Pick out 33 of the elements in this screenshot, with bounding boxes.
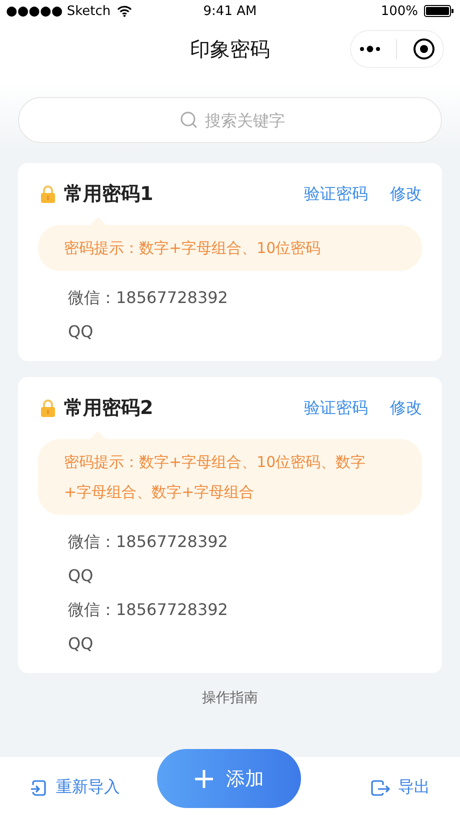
action-link[interactable]: 修改: [390, 184, 422, 204]
close-icon[interactable]: [413, 38, 436, 60]
account-entry: 微信：18567728392: [67, 599, 229, 621]
action-link[interactable]: 修改: [390, 398, 422, 418]
lock-icon: [40, 399, 56, 417]
card-title: 常用密码2: [64, 396, 154, 421]
account-entry: QQ: [67, 633, 94, 655]
reimport-button[interactable]: 重新导入: [30, 777, 120, 798]
battery-percent: 100%: [380, 4, 418, 18]
action-link[interactable]: 验证密码: [304, 184, 368, 204]
add-button[interactable]: 添加: [157, 749, 301, 808]
carrier-label: ●●●●● Sketch: [6, 4, 111, 18]
search-icon: [180, 111, 198, 129]
account-entry: 微信：18567728392: [67, 287, 229, 309]
export-button[interactable]: 导出: [370, 777, 430, 798]
search-field[interactable]: 搜索关键字: [18, 97, 442, 143]
import-icon: [30, 778, 48, 796]
lock-icon: [40, 185, 56, 203]
wifi-icon: [116, 5, 132, 17]
more-icon[interactable]: [358, 45, 381, 53]
battery-icon: [424, 5, 454, 17]
account-entry: QQ: [67, 321, 94, 343]
plus-icon: [194, 768, 214, 788]
password-hint: 密码提示：数字+字母组合、10位密码、数字+字母组合、数字+字母组合: [38, 439, 422, 515]
action-link[interactable]: 验证密码: [304, 398, 368, 418]
clock-time: 9:41 AM: [203, 4, 257, 18]
page-title: 印象密码: [190, 36, 270, 63]
guide-link[interactable]: 操作指南: [202, 689, 258, 707]
card-title: 常用密码1: [64, 182, 154, 207]
account-entry: 微信：18567728392: [67, 531, 229, 553]
account-entry: QQ: [67, 565, 94, 587]
export-icon: [370, 778, 390, 796]
password-hint: 密码提示：数字+字母组合、10位密码: [38, 225, 422, 271]
